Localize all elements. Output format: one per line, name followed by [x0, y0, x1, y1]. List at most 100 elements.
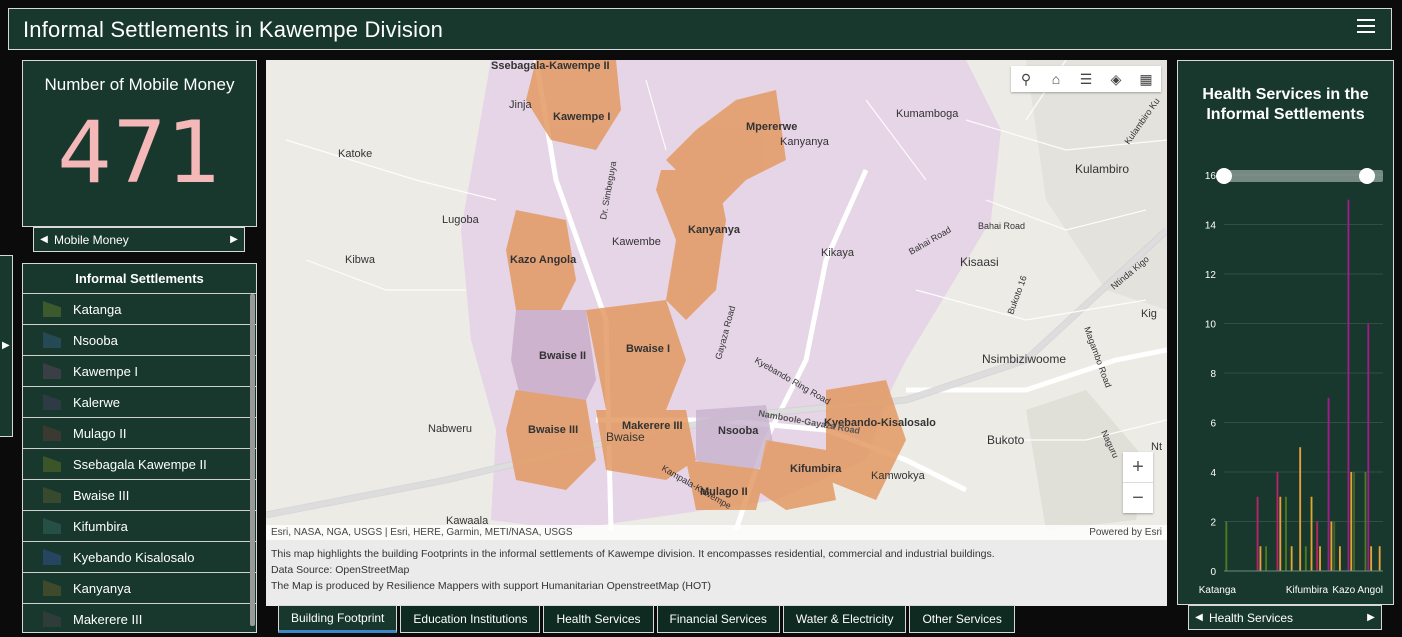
range-handle-max [1359, 168, 1375, 184]
map-canvas[interactable]: Ssebagala-Kawempe II Kawempe I Mpererwe … [266, 60, 1167, 540]
tab-other-services[interactable]: Other Services [909, 605, 1015, 633]
map-label: Nsooba [718, 425, 759, 437]
layer-tabs: Building Footprint Education Institutions… [278, 605, 1015, 633]
map-label: Kifumbira [790, 463, 842, 475]
map-label: Bwaise I [626, 343, 670, 355]
list-item-label: Katanga [73, 301, 122, 317]
x-tick-label: Katanga [1199, 585, 1237, 596]
chart-bar [1279, 496, 1282, 571]
chart-bar [1285, 496, 1287, 571]
tab-education-institutions[interactable]: Education Institutions [400, 605, 541, 633]
description-text: This map highlights the building Footpri… [271, 548, 995, 560]
y-tick-label: 14 [1205, 221, 1217, 232]
chart-bar [1378, 546, 1381, 571]
y-tick-label: 4 [1210, 468, 1216, 479]
app-header: Informal Settlements in Kawempe Division [8, 8, 1392, 50]
chart-bar [1370, 546, 1373, 571]
map-label: Bwaise III [528, 424, 578, 436]
chart-bar [1256, 496, 1259, 571]
chart-bar [1310, 496, 1313, 571]
list-item[interactable]: Nsooba [23, 324, 256, 355]
side-panel-toggle[interactable]: ▶ [0, 255, 13, 437]
map-label: Jinja [509, 99, 533, 111]
chart-bar [1319, 546, 1321, 571]
search-icon[interactable]: ⚲ [1011, 66, 1041, 92]
bar-chart: 0 2 4 6 8 10 12 14 16 Katanga Kifumbira Kazo Angol [1199, 168, 1383, 596]
prev-arrow-icon[interactable]: ◀ [34, 234, 54, 245]
map-view[interactable]: Ssebagala-Kawempe II Kawempe I Mpererwe … [266, 60, 1167, 540]
layer-symbol-icon [43, 580, 61, 596]
map-label: Kamwokya [871, 470, 926, 482]
chart-bar [1338, 546, 1341, 571]
map-label: Mpererwe [746, 121, 797, 133]
map-label: Kumamboga [896, 108, 959, 120]
powered-by[interactable]: Powered by Esri [1089, 527, 1162, 538]
list-item[interactable]: Mulago II [23, 417, 256, 448]
chart-title: Health Services in the Informal Settleme… [1202, 86, 1369, 123]
indicator-panel: Number of Mobile Money 471 [22, 60, 257, 227]
list-item[interactable]: Kanyanya [23, 572, 256, 603]
list-item[interactable]: Ssebagala Kawempe II [23, 448, 256, 479]
tab-water-electricity[interactable]: Water & Electricity [782, 605, 907, 633]
chart-bar [1290, 546, 1293, 571]
chart-bar [1327, 397, 1330, 571]
tab-building-footprint[interactable]: Building Footprint [278, 605, 398, 633]
data-source-text: Data Source: OpenStreetMap [271, 564, 410, 576]
next-arrow-icon[interactable]: ▶ [1361, 612, 1381, 623]
chart-pager: ◀ Health Services ▶ [1188, 605, 1382, 630]
list-item-label: Kyebando Kisalosalo [73, 549, 195, 565]
chart-bar [1276, 472, 1279, 571]
qr-icon[interactable]: ▦ [1131, 66, 1161, 92]
road-label: Bukoto 16 [1005, 274, 1028, 316]
tab-health-services[interactable]: Health Services [543, 605, 654, 633]
map-label: Kulambiro [1075, 162, 1129, 176]
chart-panel: Health Services in the Informal Settleme… [1177, 60, 1394, 605]
app-title: Informal Settlements in Kawempe Division [23, 17, 444, 42]
layers-icon[interactable]: ◈ [1101, 66, 1131, 92]
legend-icon[interactable]: ☰ [1071, 66, 1101, 92]
list-item-label: Kanyanya [73, 580, 131, 596]
list-item[interactable]: Makerere III [23, 603, 256, 632]
list-item[interactable]: Kalerwe [23, 386, 256, 417]
zoom-out-button[interactable]: − [1123, 483, 1153, 513]
chart-pager-label: Health Services [1209, 610, 1294, 625]
chart-bar [1330, 521, 1333, 571]
layer-symbol-icon [43, 363, 61, 379]
list-item[interactable]: Kawempe I [23, 355, 256, 386]
list-item-label: Ssebagala Kawempe II [73, 456, 207, 472]
list-item[interactable]: Kifumbira [23, 510, 256, 541]
expand-arrow-icon: ▶ [2, 340, 10, 351]
chart-bar [1347, 199, 1350, 571]
map-label: Nabweru [428, 423, 472, 435]
list-item[interactable]: Katanga [23, 293, 256, 324]
hamburger-menu-icon[interactable] [1357, 17, 1377, 37]
tab-financial-services[interactable]: Financial Services [656, 605, 780, 633]
indicator-value: 471 [57, 103, 222, 203]
map-label: Nsimbiziwoome [982, 352, 1066, 366]
layer-symbol-icon [43, 611, 61, 627]
list-item-label: Kawempe I [73, 363, 139, 379]
y-tick-label: 8 [1210, 369, 1216, 380]
credit-text: The Map is produced by Resilience Mapper… [271, 580, 712, 592]
zoom-in-button[interactable]: + [1123, 452, 1153, 483]
chart-bar [1299, 447, 1302, 571]
map-label: Kig [1141, 308, 1157, 320]
list-item[interactable]: Bwaise III [23, 479, 256, 510]
y-tick-label: 10 [1205, 320, 1217, 331]
y-tick-label: 16 [1205, 171, 1217, 182]
home-icon[interactable]: ⌂ [1041, 66, 1071, 92]
y-tick-label: 6 [1210, 419, 1216, 430]
indicator-pager-label: Mobile Money [54, 232, 129, 247]
map-label: Bwaise II [539, 350, 586, 362]
list-item-label: Makerere III [73, 611, 143, 627]
list-item[interactable]: Kyebando Kisalosalo [23, 541, 256, 572]
next-arrow-icon[interactable]: ▶ [224, 234, 244, 245]
map-label: Kawembe [612, 236, 661, 248]
prev-arrow-icon[interactable]: ◀ [1189, 612, 1209, 623]
x-tick-label: Kazo Angol [1332, 585, 1383, 596]
list-item-label: Kalerwe [73, 394, 120, 410]
chart-bar [1367, 323, 1370, 571]
scrollbar[interactable] [250, 294, 255, 626]
layer-symbol-icon [43, 487, 61, 503]
map-label: Kikaya [821, 247, 855, 259]
